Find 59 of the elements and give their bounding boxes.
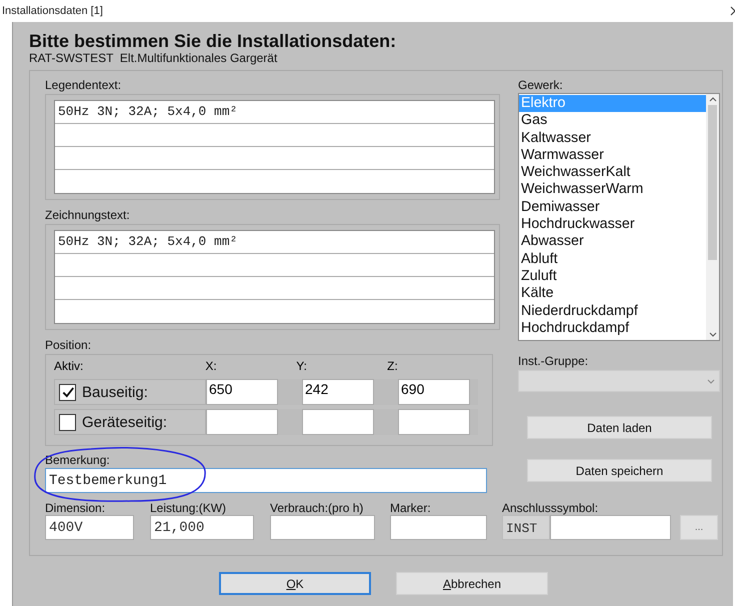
- dialog-button[interactable]: OK: [219, 572, 371, 595]
- field-label: Bemerkung:: [45, 453, 111, 467]
- checkbox[interactable]: [59, 414, 76, 430]
- scroll-down-icon[interactable]: [708, 332, 716, 337]
- field-label: Leistung:(KW): [150, 501, 228, 515]
- coordinate-field[interactable]: [302, 409, 374, 435]
- coordinate-field[interactable]: 690: [398, 379, 470, 405]
- list-item[interactable]: Niederdruckdampf: [519, 302, 706, 320]
- column-label: Y:: [296, 359, 308, 375]
- group-label: Zeichnungstext:: [45, 208, 131, 222]
- list-item[interactable]: Demiwasser: [519, 198, 706, 216]
- remark-field[interactable]: Testbemerkung1: [45, 468, 487, 493]
- field-label: Dimension:: [45, 501, 106, 515]
- list-item[interactable]: Warmwasser: [519, 146, 706, 164]
- input-field[interactable]: [390, 515, 487, 540]
- scrollbar[interactable]: [706, 94, 719, 340]
- list-item[interactable]: Kälte: [519, 285, 706, 303]
- coordinate-field[interactable]: [398, 409, 470, 435]
- list-item[interactable]: Zuluft: [519, 268, 706, 286]
- trade-listbox[interactable]: Elektro Gas Kaltwasser Warmwasser WeichwasserKalt WeichwasserWarm Demiwasser Hochdruckwasser Abwasser Abluft Zuluft Kälte Niederdruckdampf Hochdruckdampf: [518, 93, 720, 341]
- group-dropdown[interactable]: [518, 370, 720, 392]
- field-label: Marker:: [390, 501, 432, 515]
- list-item[interactable]: Abluft: [519, 250, 706, 268]
- scroll-up-icon[interactable]: [708, 97, 716, 102]
- column-label: Z:: [387, 359, 399, 375]
- checkbox[interactable]: [59, 384, 76, 400]
- dialog-button[interactable]: Abbrechen: [396, 572, 548, 595]
- dialog-heading: Bitte bestimmen Sie die Installationsdaten:: [29, 32, 398, 51]
- column-label: Aktiv:: [54, 359, 84, 375]
- data-button[interactable]: Daten speichern: [527, 459, 712, 482]
- dropdown-label: Inst.-Gruppe:: [518, 354, 590, 368]
- symbol-prefix: INST: [502, 515, 550, 540]
- checkbox-label: Bauseitig:: [82, 384, 148, 400]
- list-item[interactable]: Hochdruckdampf: [519, 320, 706, 338]
- checkbox-label: Geräteseitig:: [82, 414, 168, 430]
- group-label: Legendentext:: [45, 78, 122, 92]
- coordinate-field[interactable]: [206, 409, 278, 435]
- group-label: Position:: [45, 338, 92, 352]
- list-item[interactable]: WeichwasserWarm: [519, 181, 706, 199]
- data-button[interactable]: Daten laden: [527, 416, 712, 439]
- list-item[interactable]: Kaltwasser: [519, 130, 706, 147]
- list-item[interactable]: WeichwasserKalt: [519, 164, 706, 182]
- list-item[interactable]: Hochdruckwasser: [519, 216, 706, 234]
- dialog-subtitle: RAT-SWSTEST Elt.Multifunktionales Gargerät: [29, 51, 278, 65]
- chevron-down-icon: [707, 378, 715, 384]
- list-label: Gewerk:: [518, 78, 564, 92]
- list-item[interactable]: Abwasser: [519, 233, 706, 251]
- window-title: Installationsdaten [1]: [2, 5, 103, 17]
- field-label: Verbrauch:(pro h): [270, 501, 364, 515]
- input-field[interactable]: [270, 515, 375, 540]
- field-label: Anschlusssymbol:: [502, 501, 600, 515]
- coordinate-field[interactable]: 650: [206, 379, 278, 405]
- coordinate-field[interactable]: 242: [302, 379, 374, 405]
- symbol-field[interactable]: [550, 515, 671, 540]
- list-item[interactable]: Gas: [519, 112, 706, 130]
- input-field[interactable]: 21,000: [150, 515, 254, 540]
- column-label: X:: [205, 359, 218, 375]
- browse-button[interactable]: ...: [680, 515, 718, 540]
- input-field[interactable]: 400V: [45, 515, 134, 540]
